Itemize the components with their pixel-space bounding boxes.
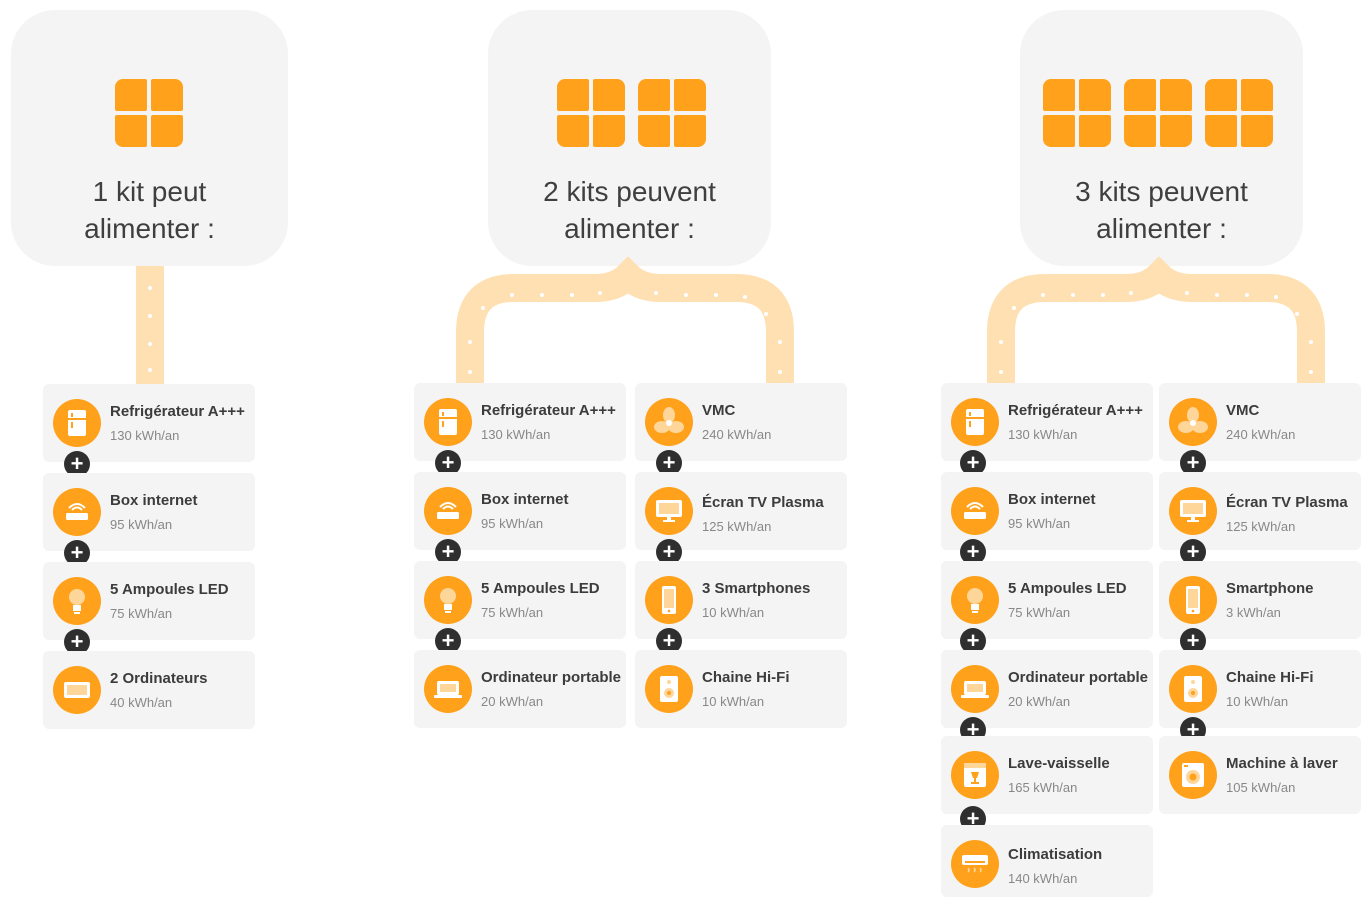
appliance-energy: 165 kWh/an xyxy=(1008,780,1078,795)
kit-1-title: 1 kit peut alimenter : xyxy=(84,176,215,244)
router-icon xyxy=(951,487,999,535)
kit-2-title: 2 kits peuvent alimenter : xyxy=(543,176,716,244)
appliance-energy: 75 kWh/an xyxy=(1008,605,1071,620)
appliance-energy: 95 kWh/an xyxy=(110,517,173,532)
solar-panel-icon xyxy=(1124,79,1192,147)
bulb-icon xyxy=(424,576,472,624)
tv-icon xyxy=(645,487,693,535)
appliance-energy: 75 kWh/an xyxy=(110,606,173,621)
fan-icon xyxy=(645,398,693,446)
appliance-name: VMC xyxy=(702,402,736,419)
appliance-name: Smartphone xyxy=(1226,580,1314,597)
appliance-energy: 130 kWh/an xyxy=(481,427,551,442)
dishwasher-icon xyxy=(951,751,999,799)
appliance-name: Lave-vaisselle xyxy=(1008,755,1110,772)
router-icon xyxy=(53,488,101,536)
fan-icon xyxy=(1169,398,1217,446)
appliance-card: Lave-vaisselle 165 kWh/an xyxy=(941,736,1153,814)
appliance-energy: 140 kWh/an xyxy=(1008,871,1078,886)
appliance-name: Écran TV Plasma xyxy=(702,494,824,511)
appliance-energy: 10 kWh/an xyxy=(702,605,765,620)
appliance-card: Ordinateur portable 20 kWh/an xyxy=(414,650,626,728)
appliance-name: 3 Smartphones xyxy=(702,580,811,597)
router-icon xyxy=(424,487,472,535)
kit-3-title: 3 kits peuvent alimenter : xyxy=(1075,176,1248,244)
energy-flow-connector xyxy=(456,256,794,384)
appliance-name: Écran TV Plasma xyxy=(1226,494,1348,511)
appliance-energy: 10 kWh/an xyxy=(1226,694,1289,709)
energy-flow-connector xyxy=(987,256,1325,384)
smartphone-icon xyxy=(1169,576,1217,624)
kit-3-box: 3 kits peuvent alimenter : xyxy=(1020,10,1303,266)
appliance-energy: 130 kWh/an xyxy=(110,428,180,443)
solar-panel-icon xyxy=(115,79,183,147)
appliance-name: Box internet xyxy=(481,491,569,508)
solar-panels-icon xyxy=(115,79,183,147)
appliance-energy: 125 kWh/an xyxy=(702,519,772,534)
appliance-energy: 95 kWh/an xyxy=(481,516,544,531)
appliance-energy: 125 kWh/an xyxy=(1226,519,1296,534)
appliance-energy: 240 kWh/an xyxy=(702,427,772,442)
appliance-name: 5 Ampoules LED xyxy=(1008,580,1127,597)
solar-panel-icon xyxy=(1205,79,1273,147)
air-conditioner-icon xyxy=(951,840,999,888)
appliance-energy: 10 kWh/an xyxy=(702,694,765,709)
solar-panel-icon xyxy=(638,79,706,147)
solar-panels-icon xyxy=(1043,79,1273,147)
appliance-name: 5 Ampoules LED xyxy=(481,580,600,597)
bulb-icon xyxy=(53,577,101,625)
appliance-energy: 3 kWh/an xyxy=(1226,605,1281,620)
speaker-icon xyxy=(1169,665,1217,713)
fridge-icon xyxy=(424,398,472,446)
appliance-name: Refrigérateur A+++ xyxy=(1008,402,1143,419)
appliance-name: Box internet xyxy=(1008,491,1096,508)
appliance-name: Ordinateur portable xyxy=(1008,669,1149,686)
appliance-card: 2 Ordinateurs 40 kWh/an xyxy=(43,651,255,729)
appliance-name: 5 Ampoules LED xyxy=(110,581,229,598)
appliance-name: Box internet xyxy=(110,492,198,509)
solar-panel-icon xyxy=(557,79,625,147)
appliance-name: 2 Ordinateurs xyxy=(110,670,208,687)
appliance-energy: 130 kWh/an xyxy=(1008,427,1078,442)
appliance-name: Machine à laver xyxy=(1226,755,1338,772)
appliance-name: Ordinateur portable xyxy=(481,669,622,686)
fridge-icon xyxy=(951,398,999,446)
appliance-energy: 20 kWh/an xyxy=(481,694,544,709)
appliance-energy: 20 kWh/an xyxy=(1008,694,1071,709)
appliance-name: Chaine Hi-Fi xyxy=(1226,669,1314,686)
fridge-icon xyxy=(53,399,101,447)
appliance-energy: 40 kWh/an xyxy=(110,695,173,710)
bulb-icon xyxy=(951,576,999,624)
laptop-icon xyxy=(951,665,999,713)
appliance-name: VMC xyxy=(1226,402,1260,419)
washing-machine-icon xyxy=(1169,751,1217,799)
appliance-card: Chaine Hi-Fi 10 kWh/an xyxy=(635,650,847,728)
appliance-energy: 95 kWh/an xyxy=(1008,516,1071,531)
appliance-card: Climatisation 140 kWh/an xyxy=(941,825,1153,897)
solar-panels-icon xyxy=(557,79,706,147)
energy-flow-connector xyxy=(136,266,164,384)
appliance-card: Machine à laver 105 kWh/an xyxy=(1159,736,1361,814)
kit-1-box: 1 kit peut alimenter : xyxy=(11,10,288,266)
speaker-icon xyxy=(645,665,693,713)
smartphone-icon xyxy=(645,576,693,624)
monitor-icon xyxy=(53,666,101,714)
appliance-name: Refrigérateur A+++ xyxy=(110,403,245,420)
appliance-name: Chaine Hi-Fi xyxy=(702,669,790,686)
appliance-energy: 240 kWh/an xyxy=(1226,427,1296,442)
kit-2-box: 2 kits peuvent alimenter : xyxy=(488,10,771,266)
laptop-icon xyxy=(424,665,472,713)
solar-panel-icon xyxy=(1043,79,1111,147)
tv-icon xyxy=(1169,487,1217,535)
appliance-energy: 75 kWh/an xyxy=(481,605,544,620)
appliance-name: Climatisation xyxy=(1008,846,1103,863)
appliance-energy: 105 kWh/an xyxy=(1226,780,1296,795)
appliance-name: Refrigérateur A+++ xyxy=(481,402,616,419)
